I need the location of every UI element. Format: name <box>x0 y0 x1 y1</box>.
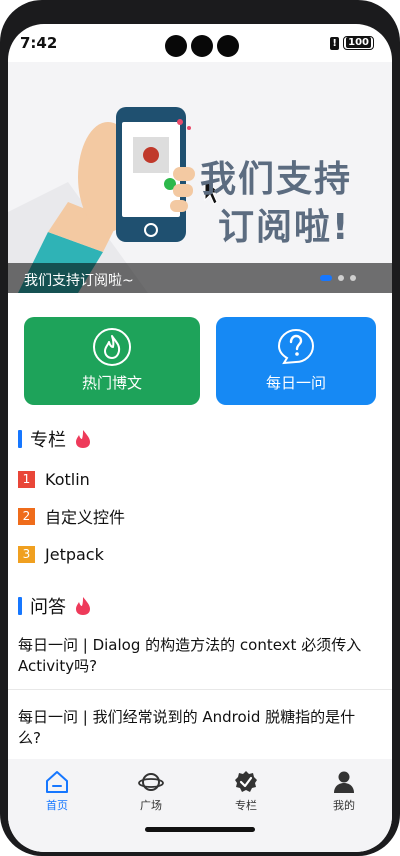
flame-icon <box>93 328 131 366</box>
rank-badge: 1 <box>18 470 35 488</box>
banner-title-line1: 我们支持 <box>200 159 353 200</box>
battery-icon: 100 <box>343 36 374 50</box>
tab-label: 广场 <box>140 799 162 812</box>
status-bar: 7:42 ! 100 <box>8 24 392 62</box>
qa-item[interactable]: 每日一问 | Dialog 的构造方法的 context 必须传入 Activi… <box>18 635 368 677</box>
tab-square[interactable]: 广场 <box>121 769 181 813</box>
camera-dot <box>191 35 213 57</box>
banner-caption: 我们支持订阅啦~ <box>24 273 134 289</box>
status-icons: ! 100 <box>330 36 374 50</box>
planet-icon <box>138 773 164 791</box>
tab-label: 我的 <box>333 799 355 812</box>
qa-item[interactable]: 每日一问 | 我们经常说到的 Android 脱糖指的是什么? <box>18 707 368 749</box>
hot-posts-button[interactable]: 热门博文 <box>24 317 200 405</box>
column-item-jetpack[interactable]: 3 Jetpack <box>18 543 104 565</box>
phone-frame: 7:42 ! 100 我们支持 订阅啦! 我们支持订阅啦~ 热门博文 每日一问 … <box>0 0 400 856</box>
tab-columns[interactable]: 专栏 <box>216 769 276 813</box>
banner-carousel[interactable]: 我们支持 订阅啦! 我们支持订阅啦~ <box>8 62 392 293</box>
rank-badge: 2 <box>18 507 35 525</box>
column-item-kotlin[interactable]: 1 Kotlin <box>18 468 90 490</box>
carousel-dot-active[interactable] <box>320 275 332 281</box>
column-name: Jetpack <box>45 544 104 564</box>
camera-dot <box>165 35 187 57</box>
battery-level: 100 <box>346 37 371 48</box>
qa-title: 问答 <box>30 597 66 618</box>
tab-home[interactable]: 首页 <box>27 769 87 813</box>
carousel-dot[interactable] <box>350 275 356 281</box>
camera-dot <box>217 35 239 57</box>
columns-title: 专栏 <box>30 430 66 451</box>
column-name: 自定义控件 <box>45 508 126 527</box>
person-icon <box>334 771 354 793</box>
app-screen: 7:42 ! 100 我们支持 订阅啦! 我们支持订阅啦~ 热门博文 每日一问 … <box>8 24 392 852</box>
daily-question-button[interactable]: 每日一问 <box>216 317 376 405</box>
section-accent-bar <box>18 597 22 615</box>
columns-section-title: 专栏 <box>18 428 92 451</box>
daily-question-label: 每日一问 <box>265 374 326 392</box>
home-indicator[interactable] <box>145 827 255 832</box>
banner-caption-bar: 我们支持订阅啦~ <box>8 263 392 293</box>
badge-check-icon <box>235 771 257 792</box>
home-icon <box>46 771 68 793</box>
column-item-custom-view[interactable]: 2 自定义控件 <box>18 505 125 527</box>
section-accent-bar <box>18 430 22 448</box>
status-time: 7:42 <box>20 34 58 52</box>
alert-icon: ! <box>330 36 340 50</box>
question-icon <box>277 328 315 365</box>
hot-posts-label: 热门博文 <box>81 374 142 392</box>
tab-label: 首页 <box>46 799 68 812</box>
banner-title-line2: 订阅啦! <box>218 207 351 248</box>
tab-mine[interactable]: 我的 <box>314 769 374 813</box>
qa-section-title: 问答 <box>18 595 92 618</box>
divider <box>8 689 392 690</box>
fire-icon <box>76 597 90 615</box>
tab-label: 专栏 <box>235 799 257 812</box>
rank-badge: 3 <box>18 545 35 563</box>
column-name: Kotlin <box>45 469 90 489</box>
fire-icon <box>76 430 90 448</box>
bottom-tab-bar: 首页 广场 专栏 我的 <box>8 759 392 852</box>
carousel-dot[interactable] <box>338 275 344 281</box>
